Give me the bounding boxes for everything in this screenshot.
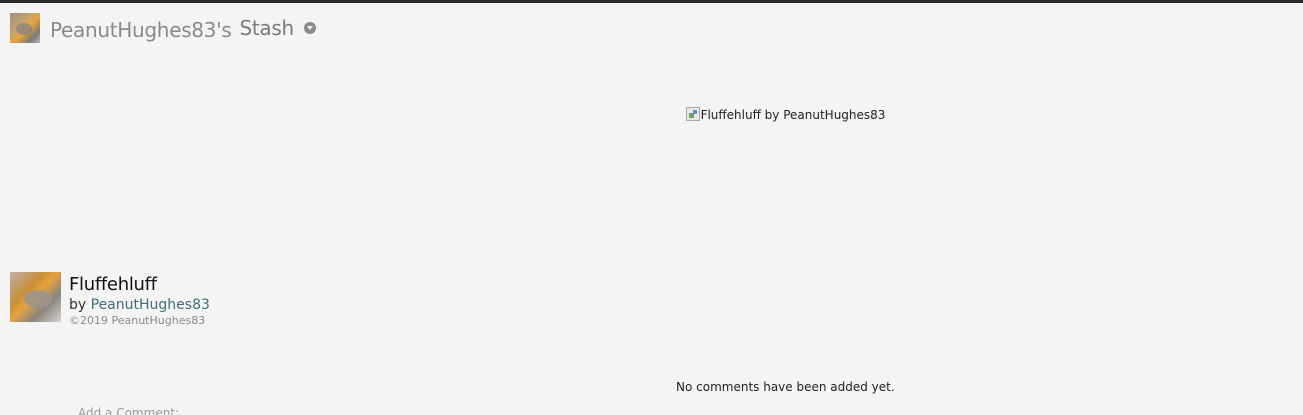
broken-image-icon: [686, 107, 700, 121]
stash-header: PeanutHughes83's Stash: [10, 12, 316, 44]
top-bar: [0, 0, 1303, 3]
byline-prefix: by: [69, 297, 87, 313]
user-avatar-small[interactable]: [10, 13, 40, 43]
copyright-text: ©2019 PeanutHughes83: [69, 314, 206, 327]
deviation-info: Fluffehluff by PeanutHughes83 ©2019 Pean…: [10, 272, 210, 328]
deviation-byline: by PeanutHughes83: [69, 296, 210, 314]
deviation-meta: Fluffehluff by PeanutHughes83 ©2019 Pean…: [69, 274, 210, 328]
image-alt-text: Fluffehluff by PeanutHughes83: [700, 108, 886, 122]
add-comment-label: Add a Comment:: [78, 406, 180, 415]
author-link[interactable]: PeanutHughes83: [91, 297, 210, 313]
deviation-title: Fluffehluff: [69, 274, 157, 295]
deviation-image[interactable]: Fluffehluff by PeanutHughes83: [686, 107, 886, 123]
chevron-down-icon[interactable]: [303, 22, 316, 34]
header-username[interactable]: PeanutHughes83's: [50, 18, 232, 42]
header-section-title: Stash: [239, 16, 294, 40]
no-comments-message: No comments have been added yet.: [676, 380, 895, 394]
author-avatar[interactable]: [10, 272, 61, 322]
